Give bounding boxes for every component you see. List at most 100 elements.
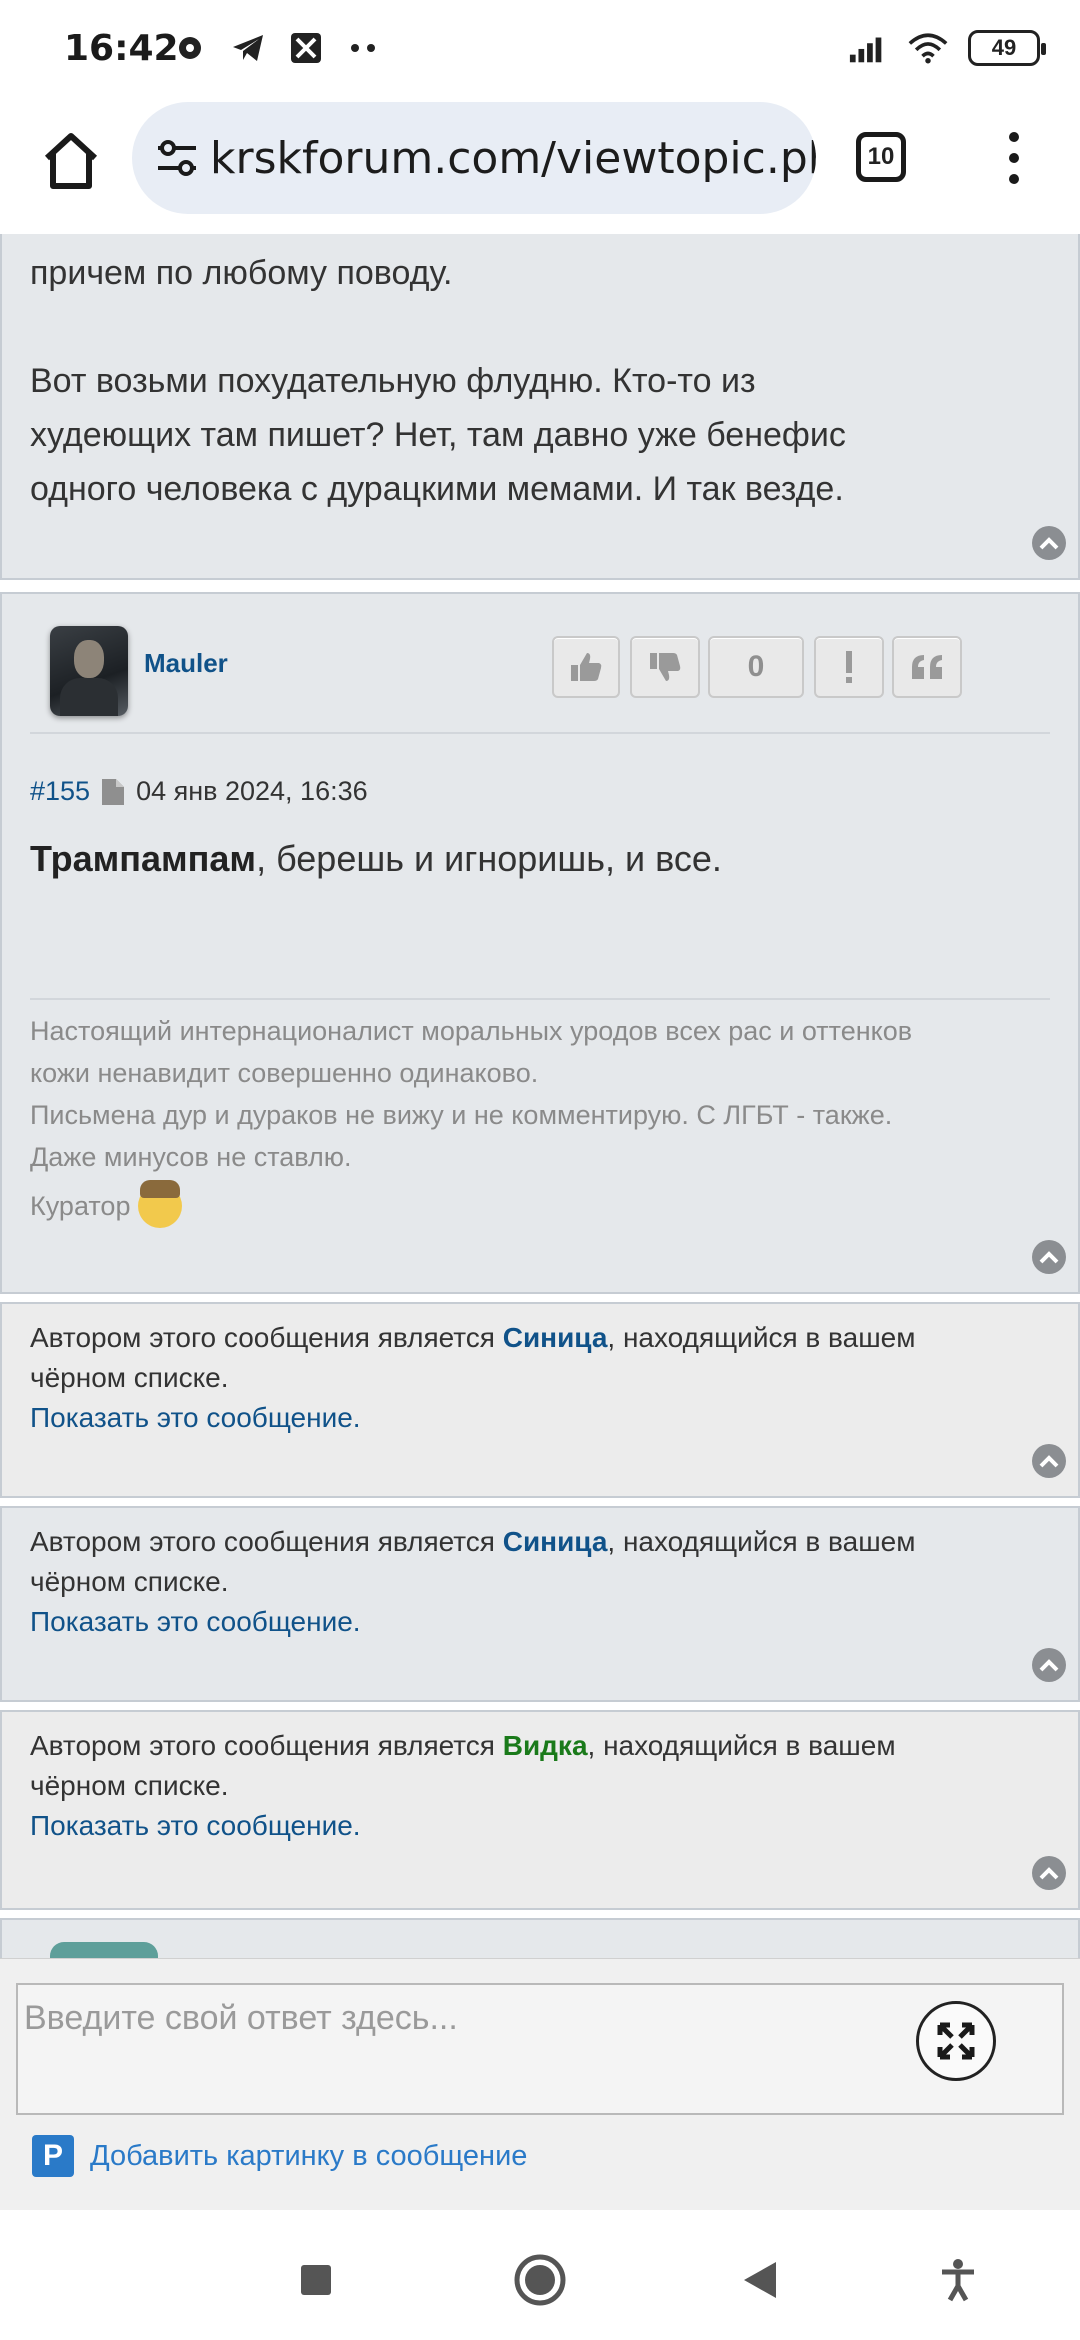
blocked-line2: чёрном списке. (30, 1566, 229, 1597)
accessibility-icon (942, 2259, 974, 2302)
status-time: 16:42 (64, 28, 179, 69)
blocked-username[interactable]: Синица (503, 1526, 608, 1557)
post-155: Mauler 0 #155 04 янв 2024, 16:36 Трампам… (0, 592, 1080, 1294)
circle-icon (514, 2254, 566, 2306)
browser-menu-button[interactable] (994, 126, 1034, 190)
post-previous: причем по любому поводу. Вот возьми поху… (0, 234, 1080, 580)
quick-reply: Введите свой ответ здесь... P Добавить к… (0, 1958, 1080, 2210)
record-icon (170, 28, 210, 68)
expand-arrows-icon (937, 2022, 975, 2060)
dot (1009, 131, 1019, 142)
blocked-line2: чёрном списке. (30, 1362, 229, 1393)
post-file-icon[interactable] (100, 777, 126, 807)
wifi-icon (908, 28, 948, 68)
blocked-prefix: Автором этого сообщения является (30, 1730, 503, 1761)
battery-icon: 49 (968, 30, 1046, 66)
reply-placeholder: Введите свой ответ здесь... (24, 1999, 458, 2037)
post-text-line: Вот возьми похудательную флудню. Кто-то … (30, 362, 756, 400)
signature-line: Настоящий интернационалист моральных уро… (30, 1016, 913, 1046)
detective-emoji-icon (138, 1180, 183, 1228)
blocked-prefix: Автором этого сообщения является (30, 1322, 503, 1353)
blocked-prefix: Автором этого сообщения является (30, 1526, 503, 1557)
recents-button[interactable] (286, 2250, 346, 2310)
signature: Настоящий интернационалист моральных уро… (30, 1010, 1050, 1178)
blocked-post: Автором этого сообщения является Синица,… (0, 1302, 1080, 1498)
back-to-top-button[interactable] (1032, 526, 1066, 560)
tab-switcher-button[interactable]: 10 (856, 132, 906, 182)
thumbs-up-icon (571, 653, 602, 681)
blocked-username[interactable]: Синица (503, 1322, 608, 1353)
report-button[interactable] (814, 636, 884, 698)
chevron-up-icon (1039, 1659, 1059, 1672)
back-to-top-button[interactable] (1032, 1648, 1066, 1682)
avatar[interactable] (50, 1942, 158, 1958)
dot (1009, 174, 1019, 185)
chevron-up-icon (1039, 1867, 1059, 1880)
blocked-notice: Автором этого сообщения является Синица,… (30, 1522, 1050, 1642)
show-post-link[interactable]: Показать это сообщение. (30, 1602, 1050, 1642)
notification-icons (170, 28, 384, 68)
post-text-line: худеющих там пишет? Нет, там давно уже б… (30, 416, 846, 454)
quote-button[interactable] (892, 636, 962, 698)
blocked-notice: Автором этого сообщения является Синица,… (30, 1318, 1050, 1438)
back-to-top-button[interactable] (1032, 1444, 1066, 1478)
post-number-link[interactable]: #155 (30, 776, 90, 807)
divider (30, 732, 1050, 734)
system-navigation-bar (0, 2210, 1080, 2340)
quote-icon (912, 655, 942, 679)
topic-content[interactable]: причем по любому поводу. Вот возьми поху… (0, 234, 1080, 1958)
post-text-line: причем по любому поводу. (30, 254, 453, 292)
site-settings-icon[interactable] (154, 128, 200, 188)
exclamation-icon (846, 651, 852, 683)
image-host-icon: P (32, 2135, 74, 2177)
accessibility-button[interactable] (928, 2250, 988, 2310)
dislike-button[interactable] (630, 636, 700, 698)
back-to-top-button[interactable] (1032, 1856, 1066, 1890)
mentioned-user: Трампампам (30, 838, 257, 879)
score-counter: 0 (708, 636, 804, 698)
blocked-suffix: , находящийся в вашем (607, 1526, 916, 1557)
url-text[interactable]: krskforum.com/viewtopic.php (210, 133, 816, 184)
signature-line: Письмена дур и дураков не вижу и не комм… (30, 1100, 893, 1130)
chevron-up-icon (1039, 1251, 1059, 1264)
thumbs-down-icon (650, 653, 681, 681)
signature-line: кожи ненавидит совершенно одинаково. (30, 1058, 539, 1088)
post-date: 04 янв 2024, 16:36 (136, 776, 368, 806)
add-image-link[interactable]: P Добавить картинку в сообщение (32, 2135, 527, 2177)
back-triangle-icon (744, 2262, 776, 2298)
show-post-link[interactable]: Показать это сообщение. (30, 1806, 1050, 1846)
blocked-post: Автором этого сообщения является Синица,… (0, 1506, 1080, 1702)
home-button[interactable] (36, 126, 106, 196)
blocked-username[interactable]: Видка (503, 1730, 588, 1761)
home-icon (44, 133, 98, 189)
back-button[interactable] (730, 2250, 790, 2310)
dot (1009, 152, 1019, 163)
post-body: Трампампам, берешь и игноришь, и все. (30, 838, 722, 880)
like-button[interactable] (552, 636, 620, 698)
avatar[interactable] (50, 626, 128, 716)
post-next-partial (0, 1918, 1080, 1958)
browser-toolbar: krskforum.com/viewtopic.php 10 (0, 96, 1080, 234)
blocked-post: Автором этого сообщения является Видка, … (0, 1710, 1080, 1910)
home-nav-button[interactable] (510, 2250, 570, 2310)
back-to-top-button[interactable] (1032, 1240, 1066, 1274)
expand-editor-button[interactable] (916, 2001, 996, 2081)
app-icon (286, 28, 326, 68)
more-dots-icon (344, 28, 384, 68)
show-post-link[interactable]: Показать это сообщение. (30, 1398, 1050, 1438)
signature-line: Даже минусов не ставлю. (30, 1142, 352, 1172)
square-icon (301, 2265, 331, 2295)
address-bar[interactable]: krskforum.com/viewtopic.php (132, 102, 816, 214)
signal-icon (848, 28, 888, 68)
reply-textarea[interactable]: Введите свой ответ здесь... (16, 1983, 1064, 2115)
status-bar: 16:42 49 (0, 0, 1080, 96)
signature-divider (30, 998, 1050, 1000)
blocked-notice: Автором этого сообщения является Видка, … (30, 1726, 1050, 1846)
post-meta: #155 04 янв 2024, 16:36 (30, 776, 368, 807)
chevron-up-icon (1039, 1455, 1059, 1468)
chevron-up-icon (1039, 537, 1059, 550)
telegram-icon (228, 28, 268, 68)
curator-text: Куратор (30, 1190, 131, 1221)
blocked-suffix: , находящийся в вашем (607, 1322, 916, 1353)
username-link[interactable]: Mauler (144, 648, 228, 679)
